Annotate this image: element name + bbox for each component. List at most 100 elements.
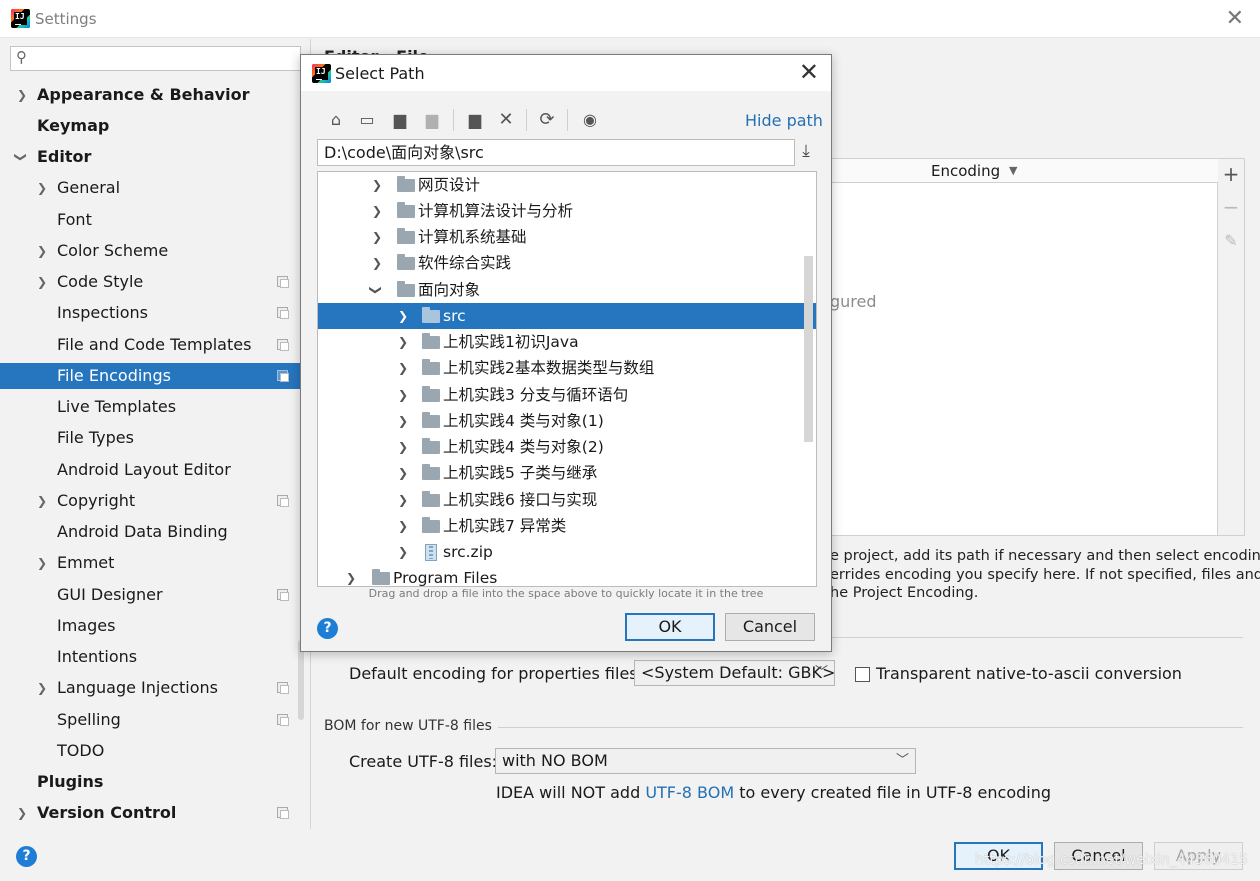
folder-icon — [397, 281, 415, 297]
transparent-conversion-label[interactable]: Transparent native-to-ascii conversion — [876, 664, 1182, 683]
file-encodings-table[interactable]: Encoding ▼ — [818, 158, 1219, 536]
sidebar-item-emmet[interactable]: ❯ Emmet — [0, 550, 300, 576]
project-scope-icon — [277, 276, 289, 288]
folder-icon — [397, 176, 415, 192]
encoding-column-header[interactable]: Encoding — [931, 162, 1000, 180]
tree-node-folder[interactable]: ❯ 网页设计 — [318, 172, 816, 198]
tree-node-folder[interactable]: ❯ Program Files — [318, 565, 816, 586]
sidebar-item-font[interactable]: Font — [0, 207, 300, 233]
tree-node-folder[interactable]: ❯ 上机实践4 类与对象(1) — [318, 408, 816, 434]
tree-node-folder[interactable]: ❯ 软件综合实践 — [318, 250, 816, 276]
sidebar-item-copyright[interactable]: ❯ Copyright — [0, 488, 300, 514]
project-scope-icon — [277, 589, 289, 601]
file-tree[interactable]: ❯ 网页设计 ❯ 计算机算法设计与分析 ❯ 计算机系统基础 ❯ 软件综合实践 ❯… — [317, 171, 817, 587]
hide-path-link[interactable]: Hide path — [745, 111, 823, 130]
sidebar-item-gui-designer[interactable]: GUI Designer — [0, 582, 300, 608]
desktop-icon[interactable]: ▭ — [356, 109, 378, 131]
project-scope-icon — [277, 307, 289, 319]
folder-icon — [397, 228, 415, 244]
tree-node-folder[interactable]: ❯ 上机实践5 子类与继承 — [318, 460, 816, 486]
chevron-right-icon: ❯ — [37, 181, 48, 195]
tree-node-folder[interactable]: ❯ 上机实践7 异常类 — [318, 513, 816, 539]
download-icon[interactable]: ⤓ — [797, 141, 815, 163]
encodings-description: e project, add its path if necessary and… — [830, 548, 1260, 601]
project-scope-icon — [277, 682, 289, 694]
search-icon: ⚲ — [16, 48, 27, 66]
sidebar-item-language-injections[interactable]: ❯ Language Injections — [0, 675, 300, 701]
tree-scrollbar[interactable] — [804, 256, 813, 442]
dialog-title: Select Path — [335, 64, 425, 83]
tree-node-folder[interactable]: ❯ 上机实践3 分支与循环语句 — [318, 382, 816, 408]
dialog-ok-button[interactable]: OK — [625, 613, 715, 641]
chevron-right-icon: ❯ — [398, 493, 409, 507]
sidebar-item-keymap[interactable]: Keymap — [0, 113, 300, 139]
utf8-bom-link[interactable]: UTF-8 BOM — [645, 783, 734, 802]
tree-node-folder[interactable]: ❯ 上机实践6 接口与实现 — [318, 487, 816, 513]
sidebar-item-code-style[interactable]: ❯ Code Style — [0, 269, 300, 295]
module-folder-icon[interactable]: ▆ — [421, 109, 443, 131]
sidebar-item-android-layout-editor[interactable]: Android Layout Editor — [0, 457, 300, 483]
chevron-right-icon: ❯ — [372, 256, 383, 270]
project-folder-icon[interactable]: ▆ — [389, 109, 411, 131]
refresh-icon[interactable]: ⟳ — [536, 109, 558, 131]
sidebar-item-file-types[interactable]: File Types — [0, 425, 300, 451]
create-utf8-select[interactable]: with NO BOM ﹀ — [495, 748, 916, 774]
folder-icon — [397, 202, 415, 218]
sort-down-icon[interactable]: ▼ — [1009, 164, 1017, 177]
edit-pencil-icon[interactable]: ✎ — [1221, 231, 1241, 251]
tree-node-folder[interactable]: ❯ 上机实践2基本数据类型与数组 — [318, 355, 816, 381]
create-utf8-label: Create UTF-8 files: — [349, 752, 498, 771]
watermark-text: https://blog.csdn.net/weixin_44360415 — [975, 852, 1249, 868]
tree-node-folder[interactable]: ❯ 计算机系统基础 — [318, 224, 816, 250]
properties-encoding-select[interactable]: <System Default: GBK> ﹀ — [634, 660, 835, 686]
zip-file-icon — [425, 544, 437, 561]
sidebar-item-appearance-behavior[interactable]: ❯ Appearance & Behavior — [0, 82, 300, 108]
sidebar-item-plugins[interactable]: Plugins — [0, 769, 300, 795]
chevron-right-icon: ❯ — [398, 519, 409, 533]
settings-titlebar: IJ Settings ✕ — [0, 0, 1260, 38]
chevron-right-icon: ❯ — [398, 414, 409, 428]
chevron-right-icon: ❯ — [398, 361, 409, 375]
sidebar-item-intentions[interactable]: Intentions — [0, 644, 300, 670]
tree-node-folder[interactable]: ❯ 上机实践4 类与对象(2) — [318, 434, 816, 460]
chevron-down-icon: ❯ — [369, 284, 384, 296]
sidebar-item-file-encodings[interactable]: File Encodings — [0, 363, 300, 389]
project-scope-icon — [277, 339, 289, 351]
folder-icon — [422, 491, 440, 507]
transparent-conversion-checkbox[interactable] — [855, 667, 870, 682]
sidebar-item-images[interactable]: Images — [0, 613, 300, 639]
sidebar-item-android-data-binding[interactable]: Android Data Binding — [0, 519, 300, 545]
sidebar-scrollbar[interactable] — [298, 640, 304, 720]
tree-node-folder[interactable]: ❯ 上机实践1初识Java — [318, 329, 816, 355]
sidebar-item-spelling[interactable]: Spelling — [0, 707, 300, 733]
remove-icon[interactable]: − — [1221, 197, 1241, 217]
home-icon[interactable]: ⌂ — [325, 109, 347, 131]
sidebar-item-version-control[interactable]: ❯ Version Control — [0, 800, 300, 826]
help-icon[interactable]: ? — [16, 846, 37, 867]
add-icon[interactable]: + — [1221, 164, 1241, 184]
dialog-close-icon[interactable]: ✕ — [799, 58, 819, 86]
path-input[interactable]: D:\code\面向对象\src — [317, 139, 795, 166]
delete-icon[interactable]: ✕ — [495, 109, 517, 131]
tree-node-folder[interactable]: ❯ 计算机算法设计与分析 — [318, 198, 816, 224]
new-folder-icon[interactable]: ▆ — [464, 109, 486, 131]
chevron-right-icon: ❯ — [398, 388, 409, 402]
dialog-cancel-button[interactable]: Cancel — [725, 613, 815, 641]
sidebar-item-live-templates[interactable]: Live Templates — [0, 394, 300, 420]
help-icon[interactable]: ? — [317, 618, 338, 639]
folder-icon — [422, 359, 440, 375]
chevron-right-icon: ❯ — [372, 230, 383, 244]
tree-node-folder-expanded[interactable]: ❯ 面向对象 — [318, 277, 816, 303]
tree-node-zip[interactable]: ❯ src.zip — [318, 539, 816, 565]
settings-search-input[interactable]: ⚲ — [10, 46, 301, 71]
sidebar-item-editor[interactable]: ❯ Editor — [0, 144, 300, 170]
sidebar-item-general[interactable]: ❯ General — [0, 175, 300, 201]
show-hidden-icon[interactable]: ◉ — [579, 109, 601, 131]
sidebar-item-color-scheme[interactable]: ❯ Color Scheme — [0, 238, 300, 264]
sidebar-item-inspections[interactable]: Inspections — [0, 300, 300, 326]
sidebar-item-todo[interactable]: TODO — [0, 738, 300, 764]
tree-node-src-selected[interactable]: ❯ src — [318, 303, 816, 329]
window-close-icon[interactable]: ✕ — [1226, 6, 1244, 31]
sidebar-item-file-code-templates[interactable]: File and Code Templates — [0, 332, 300, 358]
chevron-right-icon: ❯ — [37, 681, 48, 695]
